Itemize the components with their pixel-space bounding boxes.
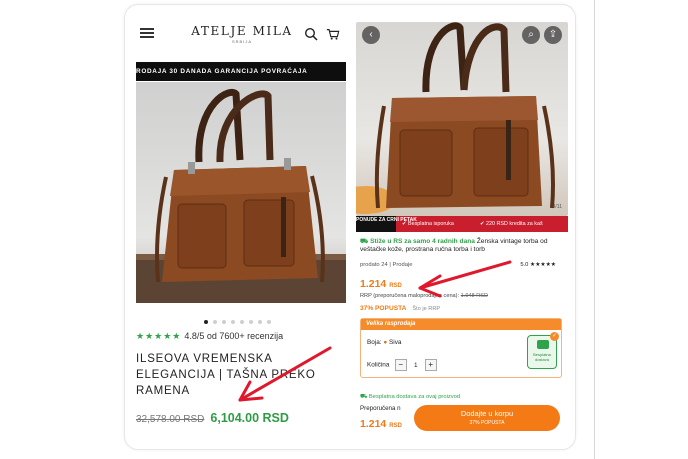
cart-icon[interactable] bbox=[326, 27, 340, 41]
black-friday-tag: PONUDE ZA CRNI PETAK bbox=[356, 216, 417, 232]
product-image[interactable] bbox=[136, 82, 346, 303]
free-shipping-note: ⛟ Besplatna dostava za ovaj proizvod bbox=[360, 394, 461, 400]
price-row: 32,578.00 RSD 6,104.00 RSD bbox=[136, 409, 289, 427]
sale-price: 6,104.00 RSD bbox=[210, 411, 289, 425]
cart-badge-icon bbox=[537, 340, 549, 349]
sold-count: prodato 24 | Prodaje bbox=[360, 262, 413, 268]
carousel-dot[interactable] bbox=[258, 320, 262, 324]
color-swatch-icon: ● bbox=[383, 339, 388, 346]
sold-info[interactable]: prodato 24 | Prodaje 5.0 ★★★★★ bbox=[360, 262, 564, 268]
carousel-dot[interactable] bbox=[213, 320, 217, 324]
shipping-highlight: ⛟ Stiže u RS za samo 4 radnih dana bbox=[360, 238, 475, 245]
guarantee-banner: RODAJA 30 DANADA GARANCIJA POVRAĆAJA bbox=[136, 62, 346, 81]
marketplace-price: 1.214 RSD bbox=[360, 278, 402, 290]
qty-value[interactable]: 1 bbox=[407, 362, 425, 369]
big-sale-box: Velika rasprodaja Boja: ● Siva Količina … bbox=[360, 318, 562, 378]
store-rating: 5.0 ★★★★★ bbox=[520, 262, 556, 268]
qty-plus-button[interactable]: + bbox=[424, 359, 437, 371]
marketplace-panel: ‹ ⌕ ⇪ 4/11 PONUDE ZA CRNI PETAK ✔ Bespla… bbox=[356, 0, 568, 459]
handbag-image bbox=[136, 89, 346, 303]
free-delivery-badge: ✓ Besplatna dostava bbox=[527, 332, 559, 369]
discount-badge: 37% POPUSTA Što je RRP bbox=[360, 305, 441, 312]
carousel-dots[interactable] bbox=[204, 311, 276, 324]
screenshot-canvas: ATELJE MILA SRBIJA RODAJA 30 DANADA GARA… bbox=[0, 0, 688, 459]
carousel-dot[interactable] bbox=[204, 320, 208, 324]
carousel-dot[interactable] bbox=[249, 320, 253, 324]
product-title: ILSEOVA VREMENSKA ELEGANCIJA | TAŠNA PRE… bbox=[136, 353, 316, 397]
brand-logo[interactable]: ATELJE MILA bbox=[190, 24, 294, 38]
menu-icon[interactable] bbox=[140, 28, 154, 38]
search-icon[interactable]: ⌕ bbox=[522, 26, 540, 44]
discount-info-link[interactable]: Što je RRP bbox=[412, 306, 440, 312]
store-page-panel: ATELJE MILA SRBIJA RODAJA 30 DANADA GARA… bbox=[136, 0, 346, 459]
product-description: ⛟ Stiže u RS za samo 4 radnih dana Žensk… bbox=[360, 238, 564, 255]
old-price: 32,578.00 RSD bbox=[136, 414, 205, 425]
promo-item-credit: ✔ 220 RSD kredita za kaš bbox=[480, 221, 543, 227]
rating-text: 4.8/5 od 7600+ recenzija bbox=[184, 331, 284, 341]
rrp-line: RRP (preporučena maloprodajna cena): 1.9… bbox=[360, 293, 489, 299]
brand-subtitle: SRBIJA bbox=[231, 39, 252, 44]
handbag-image-2 bbox=[356, 22, 555, 214]
rating-stars-icon: ★★★★★ bbox=[136, 331, 182, 341]
carousel-dot[interactable] bbox=[267, 320, 271, 324]
qty-minus-button[interactable]: − bbox=[394, 359, 407, 371]
promo-bar: PONUDE ZA CRNI PETAK ✔ Besplatna isporuk… bbox=[356, 216, 568, 232]
edge-divider bbox=[594, 0, 595, 459]
promo-item-free-delivery: ✔ Besplatna isporuka bbox=[402, 221, 454, 227]
search-icon[interactable] bbox=[304, 27, 318, 41]
share-icon[interactable]: ⇪ bbox=[544, 26, 562, 44]
add-to-cart-button[interactable]: Dodajte u korpu 37% POPUSTA bbox=[414, 405, 560, 431]
sale-header: Velika rasprodaja bbox=[361, 319, 561, 330]
bottom-rrp: Preporučena n bbox=[360, 405, 401, 412]
marketplace-product-image[interactable]: ‹ ⌕ ⇪ 4/11 bbox=[356, 22, 568, 216]
back-icon[interactable]: ‹ bbox=[362, 26, 380, 44]
bottom-price: 1.214 RSD bbox=[360, 418, 402, 430]
color-selector[interactable]: Boja: ● Siva bbox=[367, 339, 401, 346]
carousel-dot[interactable] bbox=[231, 320, 235, 324]
check-icon: ✓ bbox=[550, 332, 559, 341]
quantity-stepper: Količina −1 + bbox=[367, 359, 437, 371]
image-counter: 4/11 bbox=[552, 204, 562, 210]
store-header: ATELJE MILA SRBIJA bbox=[136, 22, 346, 50]
rating-summary[interactable]: ★★★★★ 4.8/5 od 7600+ recenzija bbox=[136, 331, 283, 342]
carousel-dot[interactable] bbox=[222, 320, 226, 324]
carousel-dot[interactable] bbox=[240, 320, 244, 324]
bottom-purchase-bar: Preporučena n 1.214 RSD Dodajte u korpu … bbox=[360, 405, 564, 433]
